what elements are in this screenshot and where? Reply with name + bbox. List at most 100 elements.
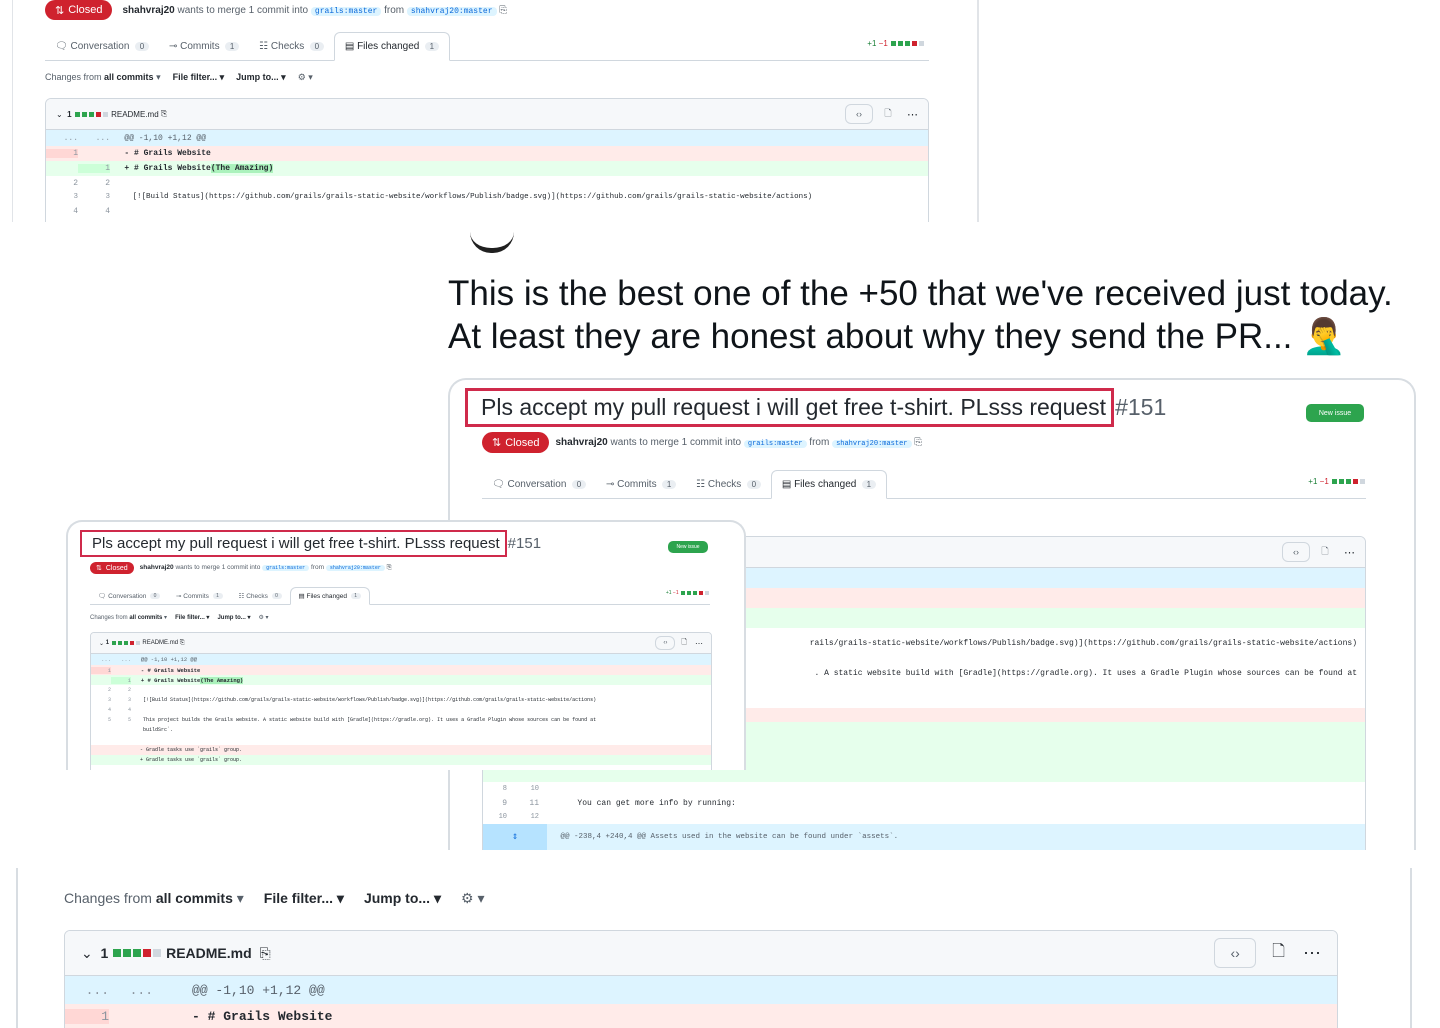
file-header: ⌄ 1 README.md ⎘ ‹› 🗋 ⋯ [91, 633, 711, 654]
tab-conversation[interactable]: 🗨 Conversation 0 [45, 33, 159, 60]
diff-line: 55 This project builds the Grails websit… [107, 717, 597, 723]
checks-icon: ☷ [238, 593, 245, 600]
tweet-text: This is the best one of the +50 that we'… [448, 274, 1393, 356]
file-icon[interactable]: 🗋 [1314, 543, 1336, 561]
file-icon[interactable]: 🗋 [681, 638, 687, 649]
copy-icon[interactable]: ⎘ [387, 564, 392, 571]
more-options-icon[interactable]: ⋯ [695, 639, 703, 648]
settings-gear-icon[interactable]: ⚙ ▾ [461, 890, 484, 907]
pr-tabs: 🗨 Conversation 0 ⊸ Commits 1 ☷ Checks 0 … [45, 30, 929, 61]
chevron-down-icon[interactable]: ⌄ [56, 110, 63, 119]
file-filter-dropdown[interactable]: File filter... ▾ [173, 72, 225, 83]
chevron-down-icon[interactable]: ⌄ [99, 640, 104, 647]
base-branch[interactable]: grails:master [743, 440, 807, 448]
code-view-icon[interactable]: ‹› [1282, 542, 1310, 562]
hunk-header: ...... @@ -1,10 +1,12 @@ [65, 976, 1337, 1004]
more-options-icon[interactable]: ⋯ [1344, 546, 1355, 559]
diff-line-deleted: 1 - # Grails Website [46, 146, 928, 161]
file-name[interactable]: README.md [111, 110, 159, 119]
tab-commits[interactable]: ⊸ Commits 1 [168, 588, 231, 604]
diffstat: +1 −1 [666, 590, 710, 604]
file-icon[interactable]: 🗋 [1272, 940, 1285, 967]
settings-gear-icon[interactable]: ⚙ ▾ [298, 72, 313, 83]
comment-icon: 🗨 [98, 593, 107, 600]
file-diff: ⌄ 1 README.md ⎘ ‹› 🗋 ⋯ ...... @@ -1,10 +… [45, 98, 929, 222]
diff-line: buildSrc`. [143, 727, 174, 733]
jump-to-dropdown[interactable]: Jump to... ▾ [217, 614, 250, 621]
diff-line: 9 11 You can get more info by running: [502, 798, 736, 808]
code-view-icon[interactable]: ‹› [845, 104, 873, 124]
author-link[interactable]: shahvraj20 [140, 564, 174, 571]
checks-icon: ☷ [696, 479, 706, 490]
code-view-icon[interactable]: ‹› [1214, 938, 1257, 968]
file-name[interactable]: README.md [166, 945, 252, 961]
chevron-down-icon[interactable]: ⌄ [81, 945, 93, 962]
tab-checks[interactable]: ☷ Checks 0 [231, 588, 290, 604]
copy-icon[interactable]: ⎘ [914, 437, 922, 448]
more-options-icon[interactable]: ⋯ [1303, 943, 1321, 964]
tab-checks[interactable]: ☷ Checks 0 [686, 471, 771, 498]
pull-request-icon: ⇅ [96, 565, 102, 572]
pr-meta: ⇅ Closed shahvraj20 wants to merge 1 comm… [90, 562, 392, 574]
facepalm-emoji-icon: 🤦‍♂️ [1302, 317, 1346, 356]
jump-to-dropdown[interactable]: Jump to... ▾ [236, 72, 286, 83]
file-diff-icon: ▤ [298, 593, 305, 600]
file-filter-dropdown[interactable]: File filter... ▾ [264, 890, 344, 907]
tab-conversation[interactable]: 🗨 Conversation 0 [482, 471, 596, 498]
head-branch[interactable]: shahvraj20:master [325, 565, 385, 571]
tab-files-changed[interactable]: ▤ Files changed 1 [770, 470, 887, 499]
expand-icon[interactable]: ⇕ [483, 824, 547, 850]
commit-icon: ⊸ [176, 593, 182, 600]
diff-line: 33 [![Build Status](https://github.com/g… [107, 697, 597, 703]
file-name[interactable]: README.md [142, 640, 178, 646]
comment-icon: 🗨 [492, 479, 505, 490]
file-header: ⌄ 1 README.md ⎘ ‹› 🗋 ⋯ [46, 99, 928, 130]
base-branch[interactable]: grails:master [310, 6, 382, 16]
changes-from-dropdown[interactable]: Changes from all commits ▾ [64, 890, 244, 907]
diff-line: 10 12 [498, 813, 539, 821]
tab-files-changed[interactable]: ▤ Files changed 1 [289, 587, 370, 605]
comment-icon: 🗨 [55, 41, 68, 52]
tab-files-changed[interactable]: ▤ Files changed 1 [333, 32, 450, 61]
base-branch[interactable]: grails:master [262, 565, 310, 571]
pr-title: Pls accept my pull request i will get fr… [465, 388, 1115, 427]
file-header: ⌄ 1 README.md ⎘ ‹› 🗋 ⋯ [65, 931, 1337, 976]
new-issue-button[interactable]: New issue [668, 541, 708, 553]
status-badge: ⇅ Closed [90, 562, 134, 574]
jump-to-dropdown[interactable]: Jump to... ▾ [364, 890, 441, 907]
diff-line: 33 [![Build Status](https://github.com/g… [73, 193, 813, 201]
changes-from-dropdown[interactable]: Changes from all commits ▾ [45, 72, 161, 83]
copy-icon[interactable]: ⎘ [161, 109, 167, 119]
head-branch[interactable]: shahvraj20:master [832, 440, 912, 448]
changes-from-dropdown[interactable]: Changes from all commits ▾ [90, 614, 167, 621]
author-link[interactable]: shahvraj20 [555, 437, 607, 448]
file-diff: ⌄ 1 README.md ⎘ ‹› 🗋 ⋯ ...... @@ -1,10 +… [64, 930, 1338, 1028]
tab-commits[interactable]: ⊸ Commits 1 [596, 471, 686, 498]
settings-gear-icon[interactable]: ⚙ ▾ [258, 614, 268, 621]
status-badge: ⇅ Closed [45, 0, 113, 20]
merge-line: shahvraj20 wants to merge 1 commit into … [139, 564, 392, 571]
copy-icon[interactable]: ⎘ [499, 5, 507, 16]
file-filter-dropdown[interactable]: File filter... ▾ [175, 614, 209, 621]
code-view-icon[interactable]: ‹› [655, 636, 676, 650]
diff-line-added: 1 + # Grails Website (The Amazing) [46, 161, 928, 176]
file-icon[interactable]: 🗋 [877, 105, 899, 123]
tab-commits[interactable]: ⊸ Commits 1 [159, 33, 249, 60]
new-issue-button[interactable]: New issue [1306, 404, 1364, 422]
copy-icon[interactable]: ⎘ [180, 640, 185, 647]
checks-icon: ☷ [259, 41, 269, 52]
copy-icon[interactable]: ⎘ [259, 945, 270, 962]
file-diff-icon: ▤ [344, 41, 355, 52]
author-link[interactable]: shahvraj20 [122, 5, 174, 16]
diff-line-added: + Gradle tasks use `grails` group. [91, 755, 711, 765]
files-toolbar: Changes from all commits ▾ File filter..… [90, 614, 269, 621]
pull-request-icon: ⇅ [492, 437, 502, 449]
more-options-icon[interactable]: ⋯ [907, 108, 918, 121]
tab-conversation[interactable]: 🗨 Conversation 0 [90, 588, 168, 604]
head-branch[interactable]: shahvraj20:master [406, 6, 497, 16]
files-toolbar: Changes from all commits ▾ File filter..… [64, 890, 484, 907]
tab-checks[interactable]: ☷ Checks 0 [249, 33, 334, 60]
file-diff: ⌄ 1 README.md ⎘ ‹› 🗋 ⋯ ...... @@ -1,10 +… [90, 632, 712, 770]
diff-line-deleted: 1 - # Grails Website [91, 665, 711, 675]
diff-line-deleted: - Gradle tasks use `grails` group. [91, 745, 711, 755]
